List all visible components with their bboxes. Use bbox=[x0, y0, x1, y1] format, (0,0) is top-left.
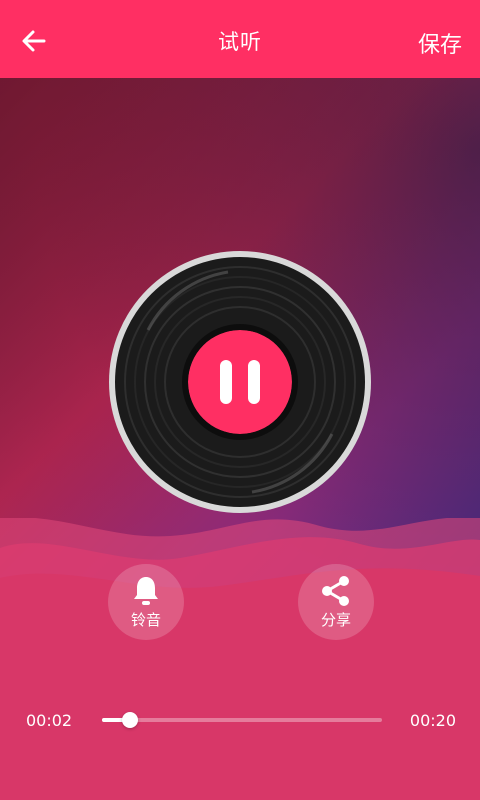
progress-slider[interactable] bbox=[102, 712, 382, 728]
share-label: 分享 bbox=[320, 611, 351, 629]
total-time: 00:20 bbox=[409, 711, 456, 730]
save-button[interactable]: 保存 bbox=[418, 27, 462, 59]
player-stage: 铃音 分享 00:02 00:20 bbox=[0, 78, 480, 800]
pause-button[interactable] bbox=[188, 330, 292, 434]
share-button[interactable]: 分享 bbox=[298, 564, 374, 640]
current-time: 00:02 bbox=[26, 711, 73, 730]
progress-thumb[interactable] bbox=[122, 712, 138, 728]
pause-icon bbox=[220, 360, 232, 404]
bell-icon bbox=[134, 577, 158, 605]
top-bar: 试听 保存 bbox=[0, 0, 480, 78]
share-icon bbox=[322, 576, 349, 606]
ringtone-button[interactable]: 铃音 bbox=[108, 564, 184, 640]
ringtone-label: 铃音 bbox=[130, 611, 161, 629]
page-title: 试听 bbox=[218, 30, 262, 54]
wave-decoration bbox=[0, 518, 480, 800]
